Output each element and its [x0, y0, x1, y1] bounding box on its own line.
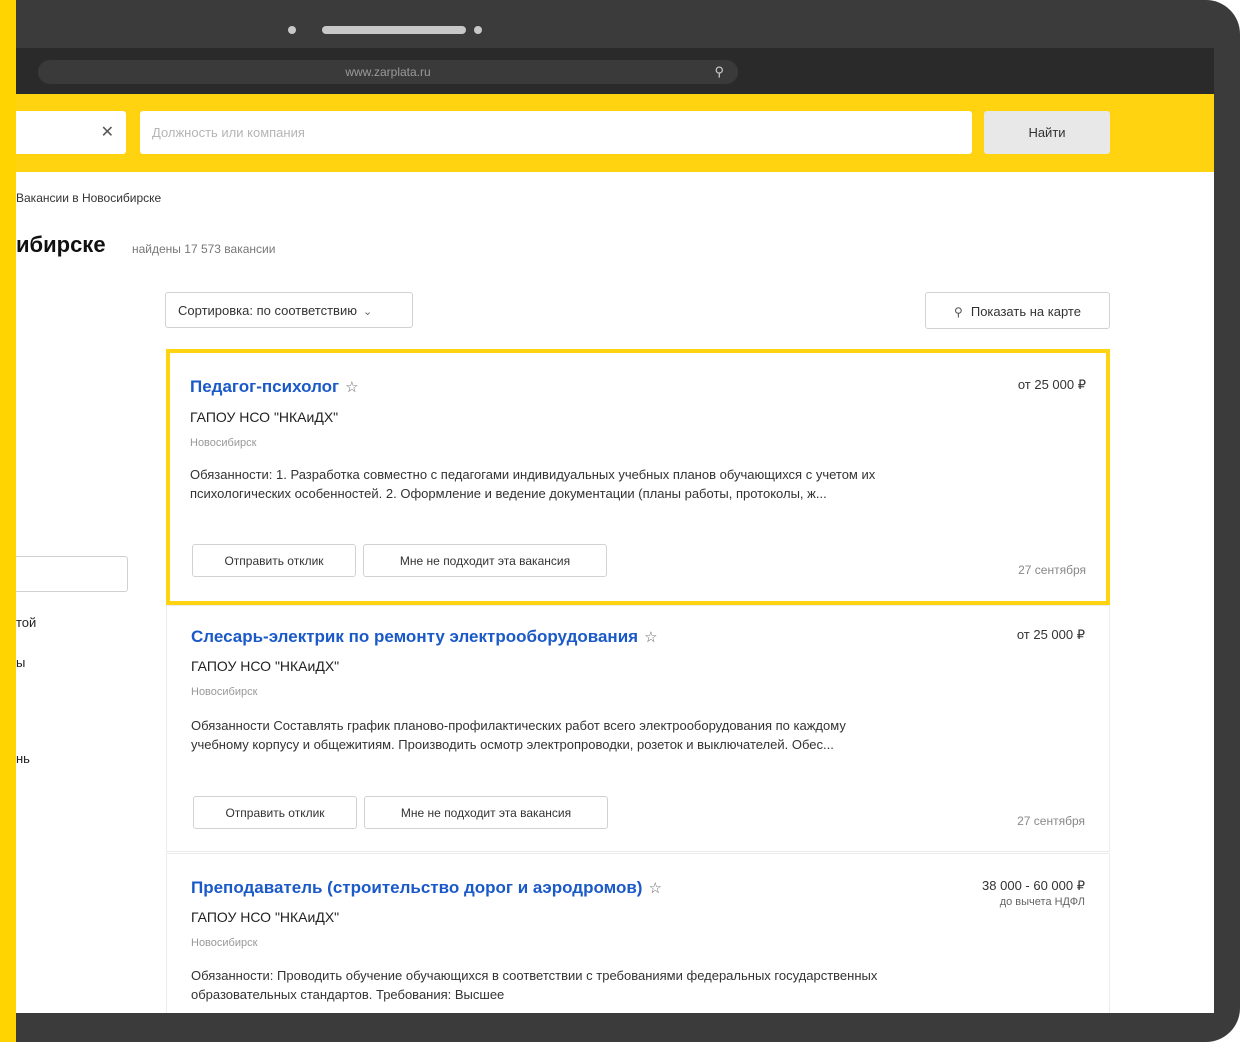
- location: Новосибирск: [190, 437, 257, 449]
- close-icon[interactable]: ✕: [101, 122, 114, 142]
- tablet-frame: www.zarplata.ru ⚲ ✕ Найти Вакансии в Нов…: [16, 0, 1240, 1042]
- publish-date: 27 сентября: [1017, 814, 1085, 828]
- search-header: ✕ Найти: [16, 94, 1214, 172]
- company-name[interactable]: ГАПОУ НСО "НКАиДХ": [191, 658, 339, 674]
- location: Новосибирск: [191, 686, 258, 698]
- chevron-down-icon: ⌄: [362, 306, 373, 318]
- location: Новосибирск: [191, 937, 258, 949]
- breadcrumb[interactable]: Вакансии в Новосибирске: [16, 191, 161, 205]
- sidebar-item[interactable]: той: [16, 615, 36, 630]
- vacancy-card[interactable]: Педагог-психолог ☆ от 25 000 ₽ ГАПОУ НСО …: [166, 349, 1110, 605]
- tablet-camera-bar: [16, 0, 1240, 48]
- url-text: www.zarplata.ru: [345, 65, 431, 79]
- vacancy-title-link[interactable]: Педагог-психолог ☆: [190, 377, 359, 397]
- respond-button[interactable]: Отправить отклик: [193, 796, 357, 829]
- sidebar-item[interactable]: нь: [16, 751, 30, 766]
- company-name[interactable]: ГАПОУ НСО "НКАиДХ": [190, 409, 338, 425]
- vacancy-description: Обязанности: Проводить обучение обучающи…: [191, 968, 878, 1002]
- sensor-dot: [474, 26, 482, 34]
- search-icon[interactable]: ⚲: [714, 60, 724, 84]
- star-icon[interactable]: ☆: [345, 379, 358, 396]
- salary: от 25 000 ₽: [1017, 377, 1086, 392]
- salary: от 25 000 ₽: [1016, 627, 1085, 642]
- vacancy-title[interactable]: Преподаватель (строительство дорог и аэр…: [191, 878, 642, 897]
- vacancy-card[interactable]: Преподаватель (строительство дорог и аэр…: [166, 853, 1110, 1013]
- star-icon[interactable]: ☆: [644, 629, 657, 646]
- vacancy-description: Обязанности Составлять график планово-пр…: [191, 718, 846, 752]
- vacancy-title[interactable]: Слесарь-электрик по ремонту электрообору…: [191, 627, 638, 646]
- sort-label: Сортировка: по соответствию: [178, 303, 357, 318]
- star-icon[interactable]: ☆: [648, 880, 661, 897]
- vacancy-card[interactable]: Слесарь-электрик по ремонту электрообору…: [166, 605, 1110, 852]
- vacancy-title-link[interactable]: Слесарь-электрик по ремонту электрообору…: [191, 627, 658, 647]
- page-title: ибирске: [16, 232, 106, 257]
- salary-note: до вычета НДФЛ: [999, 896, 1085, 908]
- vacancy-title-link[interactable]: Преподаватель (строительство дорог и аэр…: [191, 878, 662, 898]
- company-name[interactable]: ГАПОУ НСО "НКАиДХ": [191, 909, 339, 925]
- browser-address-bar: www.zarplata.ru ⚲: [16, 48, 1214, 94]
- sidebar-filter-input[interactable]: [16, 556, 128, 592]
- show-on-map-button[interactable]: ⚲ Показать на карте: [925, 292, 1110, 329]
- sort-select[interactable]: Сортировка: по соответствию ⌄: [165, 292, 413, 328]
- salary: 38 000 - 60 000 ₽: [982, 878, 1085, 893]
- web-page: ✕ Найти Вакансии в Новосибирске ибирске …: [16, 94, 1214, 1013]
- city-input[interactable]: ✕: [16, 111, 126, 154]
- publish-date: 27 сентября: [1018, 563, 1086, 577]
- find-button[interactable]: Найти: [984, 111, 1110, 154]
- found-count: найдены 17 573 вакансии: [132, 242, 276, 256]
- map-pin-icon: ⚲: [954, 305, 963, 319]
- left-accent-strip: [0, 0, 16, 1042]
- vacancy-title[interactable]: Педагог-психолог: [190, 377, 339, 396]
- vacancy-description: Обязанности: 1. Разработка совместно с п…: [190, 467, 876, 501]
- not-suitable-button[interactable]: Мне не подходит эта вакансия: [363, 544, 607, 577]
- salary-block: 38 000 - 60 000 ₽ до вычета НДФЛ: [982, 878, 1085, 908]
- map-label: Показать на карте: [970, 304, 1081, 319]
- search-input[interactable]: [140, 111, 972, 154]
- url-field[interactable]: www.zarplata.ru ⚲: [38, 60, 738, 84]
- not-suitable-button[interactable]: Мне не подходит эта вакансия: [364, 796, 608, 829]
- respond-button[interactable]: Отправить отклик: [192, 544, 356, 577]
- camera-dot: [288, 26, 296, 34]
- speaker-grille: [322, 26, 466, 34]
- sidebar-item[interactable]: ы: [16, 655, 25, 670]
